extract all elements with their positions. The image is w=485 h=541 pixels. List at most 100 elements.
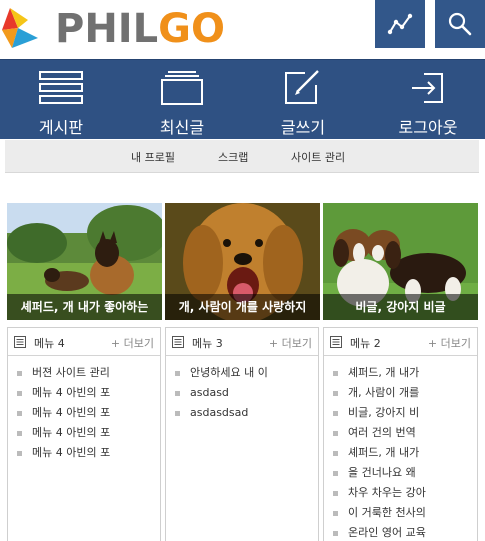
pencil-icon	[285, 70, 319, 104]
list-item[interactable]: 메뉴 4 아빈의 포	[8, 446, 160, 466]
bullet-icon	[175, 371, 180, 376]
post-list: 안녕하세요 내 이 asdasd asdasdsad	[166, 366, 318, 426]
list-item[interactable]: 온라인 영어 교육	[324, 526, 477, 541]
list-item-label: 안녕하세요 내 이	[190, 366, 268, 379]
list-item[interactable]: 차우 차우는 강아	[324, 486, 477, 506]
bullet-icon	[17, 451, 22, 456]
header: PHILGO	[0, 0, 485, 59]
more-link[interactable]: + 더보기	[428, 335, 471, 351]
site-logo[interactable]: PHILGO	[0, 0, 230, 59]
list-item-label: 비글, 강아지 비	[348, 406, 420, 419]
list-item-label: 메뉴 4 아빈의 포	[32, 386, 111, 399]
bullet-icon	[175, 391, 180, 396]
bullet-icon	[333, 491, 338, 496]
submenu-scrap[interactable]: 스크랩	[218, 149, 248, 165]
nav-write-label: 글쓰기	[280, 118, 326, 137]
list-item[interactable]: 셰퍼드, 개 내가	[324, 366, 477, 386]
sub-menu: 내 프로필 스크랩 사이트 관리	[5, 140, 479, 173]
nav-latest[interactable]: 최신글	[140, 60, 224, 140]
panel-title: 메뉴 2	[350, 337, 381, 350]
main-nav: 게시판 최신글 글쓰기 로그아웃	[0, 59, 485, 139]
document-icon	[14, 336, 26, 348]
panel-menu-3: 메뉴 3 + 더보기 안녕하세요 내 이 asdasd asdasdsad	[165, 327, 319, 541]
logo-mark-icon	[2, 8, 38, 48]
graph-button[interactable]	[375, 0, 425, 48]
bullet-icon	[333, 371, 338, 376]
list-item[interactable]: 을 건너나요 왜	[324, 466, 477, 486]
panel-title: 메뉴 3	[192, 337, 223, 350]
bullet-icon	[17, 371, 22, 376]
nav-board[interactable]: 게시판	[20, 60, 102, 140]
bullet-icon	[333, 411, 338, 416]
more-link[interactable]: + 더보기	[269, 335, 312, 351]
list-item-label: 메뉴 4 아빈의 포	[32, 426, 111, 439]
list-item[interactable]: 메뉴 4 아빈의 포	[8, 426, 160, 446]
bullet-icon	[175, 411, 180, 416]
list-item-label: asdasdsad	[190, 406, 249, 419]
list-item[interactable]: 이 거룩한 천사의	[324, 506, 477, 526]
list-icon	[39, 71, 83, 104]
trend-graph-icon	[387, 13, 413, 35]
bullet-icon	[333, 391, 338, 396]
logo-text: PHILGO	[55, 4, 225, 54]
bullet-icon	[17, 431, 22, 436]
panel-header: 메뉴 3 + 더보기	[166, 328, 318, 356]
list-item[interactable]: 버젼 사이트 관리	[8, 366, 160, 386]
photo-card-beagle[interactable]: 비글, 강아지 비글	[323, 203, 478, 320]
list-item[interactable]: 메뉴 4 아빈의 포	[8, 386, 160, 406]
list-item[interactable]: asdasd	[166, 386, 318, 406]
list-item-label: 여러 건의 번역	[348, 426, 416, 439]
list-item[interactable]: 메뉴 4 아빈의 포	[8, 406, 160, 426]
photo-card-shepherd[interactable]: 셰퍼드, 개 내가 좋아하는	[7, 203, 162, 320]
logo-text-phil: PHIL	[55, 6, 159, 52]
document-icon	[172, 336, 184, 348]
bullet-icon	[17, 391, 22, 396]
nav-board-label: 게시판	[38, 118, 84, 137]
nav-logout[interactable]: 로그아웃	[382, 60, 474, 140]
photo-caption: 비글, 강아지 비글	[323, 294, 478, 320]
nav-write[interactable]: 글쓰기	[262, 60, 344, 140]
post-list: 셰퍼드, 개 내가 개, 사람이 개를 비글, 강아지 비 여러 건의 번역 셰…	[324, 366, 477, 541]
more-link[interactable]: + 더보기	[111, 335, 154, 351]
list-item-label: 개, 사람이 개를	[348, 386, 420, 399]
bullet-icon	[333, 451, 338, 456]
submenu-my-profile[interactable]: 내 프로필	[131, 149, 175, 165]
list-item[interactable]: 셰퍼드, 개 내가	[324, 446, 477, 466]
photo-caption: 셰퍼드, 개 내가 좋아하는	[7, 294, 162, 320]
document-icon	[330, 336, 342, 348]
list-item-label: 셰퍼드, 개 내가	[348, 366, 420, 379]
bullet-icon	[333, 471, 338, 476]
list-item-label: 버젼 사이트 관리	[32, 366, 110, 379]
list-item[interactable]: 비글, 강아지 비	[324, 406, 477, 426]
stack-icon	[161, 71, 203, 105]
panel-title: 메뉴 4	[34, 337, 65, 350]
list-item[interactable]: 개, 사람이 개를	[324, 386, 477, 406]
search-icon	[448, 12, 472, 36]
nav-logout-label: 로그아웃	[398, 118, 458, 137]
list-item-label: 메뉴 4 아빈의 포	[32, 446, 111, 459]
panel-menu-4: 메뉴 4 + 더보기 버젼 사이트 관리 메뉴 4 아빈의 포 메뉴 4 아빈의…	[7, 327, 161, 541]
panel-header: 메뉴 4 + 더보기	[8, 328, 160, 356]
panel-menu-2: 메뉴 2 + 더보기 셰퍼드, 개 내가 개, 사람이 개를 비글, 강아지 비…	[323, 327, 478, 541]
photo-card-dog[interactable]: 개, 사람이 개를 사랑하지	[165, 203, 320, 320]
list-item[interactable]: 여러 건의 번역	[324, 426, 477, 446]
list-item-label: 온라인 영어 교육	[348, 526, 426, 539]
photo-caption: 개, 사람이 개를 사랑하지	[165, 294, 320, 320]
panel-header: 메뉴 2 + 더보기	[324, 328, 477, 356]
bullet-icon	[17, 411, 22, 416]
list-item-label: 셰퍼드, 개 내가	[348, 446, 420, 459]
list-item-label: asdasd	[190, 386, 229, 399]
list-item[interactable]: asdasdsad	[166, 406, 318, 426]
bullet-icon	[333, 431, 338, 436]
list-item-label: 메뉴 4 아빈의 포	[32, 406, 111, 419]
bullet-icon	[333, 531, 338, 536]
list-item-label: 이 거룩한 천사의	[348, 506, 426, 519]
list-item-label: 차우 차우는 강아	[348, 486, 426, 499]
list-item[interactable]: 안녕하세요 내 이	[166, 366, 318, 386]
bullet-icon	[333, 511, 338, 516]
submenu-site-admin[interactable]: 사이트 관리	[291, 149, 345, 165]
logo-text-go: GO	[158, 6, 226, 52]
search-button[interactable]	[435, 0, 485, 48]
list-item-label: 을 건너나요 왜	[348, 466, 416, 479]
logout-icon	[412, 73, 443, 103]
